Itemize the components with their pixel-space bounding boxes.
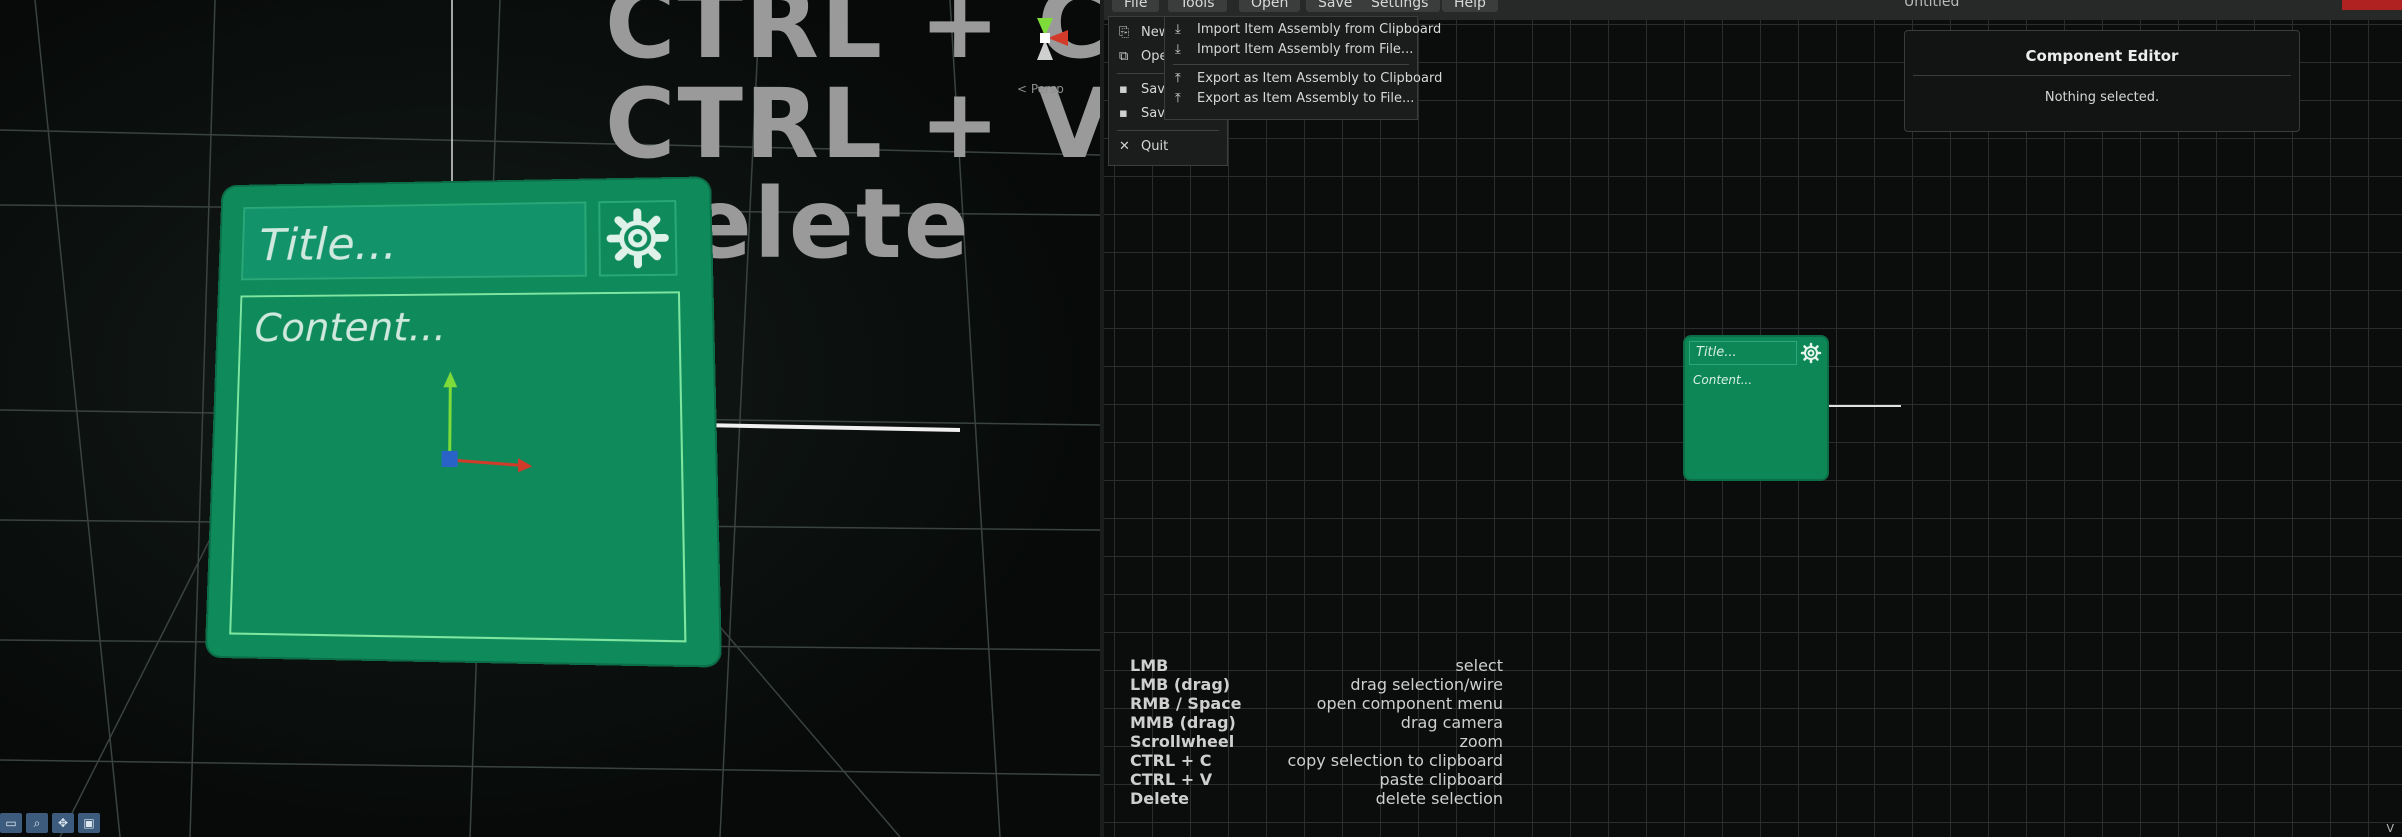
menu-save[interactable]: Save [1306, 0, 1365, 12]
node-wire[interactable] [1827, 405, 1901, 407]
menu-item-export-clipboard[interactable]: ⤒ Export as Item Assembly to Clipboard [1165, 69, 1442, 89]
viewport-toolbar: ▭ ⌕ ✥ ▣ [0, 813, 100, 835]
menu-item-export-file[interactable]: ⤒ Export as Item Assembly to File... [1165, 89, 1417, 109]
tools-submenu: ⤓ Import Item Assembly from Clipboard ⤓ Im… [1164, 16, 1442, 120]
component-editor-message: Nothing selected. [2044, 90, 2160, 105]
help-row: LMB select [1130, 656, 1503, 675]
open-icon: ⧉ [1119, 49, 1129, 64]
app-quit-button[interactable] [2342, 0, 2402, 10]
panel-divider [1913, 75, 2291, 76]
orientation-gizmo[interactable] [1010, 8, 1080, 68]
3d-component-card[interactable]: Title... Content... [206, 178, 720, 666]
graph-editor[interactable]: File Tools Open Save Settings Help Untit… [1104, 0, 2402, 837]
help-row: Scrollwheel zoom [1130, 732, 1503, 751]
component-editor-title: Component Editor [2025, 47, 2179, 65]
menu-file[interactable]: File [1112, 0, 1160, 12]
document-title: Untitled [1904, 0, 1960, 10]
help-row: RMB / Space open component menu [1130, 694, 1503, 713]
select-icon[interactable]: ▭ [0, 813, 22, 833]
3d-viewport[interactable]: CTRL + C CTRL + V Delete Title... Conten… [0, 0, 1100, 837]
menu-open[interactable]: Open [1239, 0, 1301, 12]
import-icon: ⤓ [1175, 42, 1181, 57]
component-editor-panel: Component Editor Nothing selected. [1904, 30, 2300, 132]
camera-icon[interactable]: ▣ [78, 813, 100, 833]
help-row: MMB (drag) drag camera [1130, 713, 1503, 732]
menu-item-quit[interactable]: ✕ Quit [1109, 135, 1227, 159]
menu-separator [1173, 64, 1409, 65]
export-icon: ⤒ [1175, 91, 1181, 106]
node-title-placeholder: Title... [1696, 345, 1737, 360]
save-as-icon: ▪ [1119, 106, 1128, 121]
menu-settings[interactable]: Settings [1359, 0, 1441, 12]
graph-node[interactable]: Title... Content... [1685, 337, 1827, 479]
transform-gizmo[interactable] [207, 178, 720, 665]
node-title-field[interactable]: Title... [1689, 341, 1797, 365]
node-settings-button[interactable] [1799, 341, 1823, 365]
move-icon[interactable]: ✥ [52, 813, 74, 833]
help-row: Delete delete selection [1130, 789, 1503, 808]
import-icon: ⤓ [1175, 22, 1181, 37]
close-icon: ✕ [1119, 139, 1130, 154]
node-content-placeholder: Content... [1693, 373, 1753, 387]
controls-help: LMB select LMB (drag) drag selection/wire … [1128, 656, 1503, 808]
view-mode-label[interactable]: < Persp [1017, 82, 1064, 96]
corner-indicator: V [2386, 822, 2394, 835]
menu-help[interactable]: Help [1442, 0, 1498, 12]
export-icon: ⤒ [1175, 71, 1181, 86]
help-row: CTRL + Ccopy selection to clipboard [1130, 751, 1503, 770]
menu-separator [1117, 130, 1219, 131]
help-row: LMB (drag) drag selection/wire [1130, 675, 1503, 694]
menu-item-import-file[interactable]: ⤓ Import Item Assembly from File... [1165, 40, 1417, 60]
gear-icon [1800, 342, 1822, 364]
zoom-icon[interactable]: ⌕ [26, 813, 48, 833]
save-icon: ▪ [1119, 82, 1128, 97]
new-file-icon: ⎘ [1119, 25, 1130, 40]
help-row: CTRL + Vpaste clipboard [1130, 770, 1503, 789]
menu-item-import-clipboard[interactable]: ⤓ Import Item Assembly from Clipboard [1165, 20, 1441, 40]
menu-tools[interactable]: Tools [1168, 0, 1227, 12]
